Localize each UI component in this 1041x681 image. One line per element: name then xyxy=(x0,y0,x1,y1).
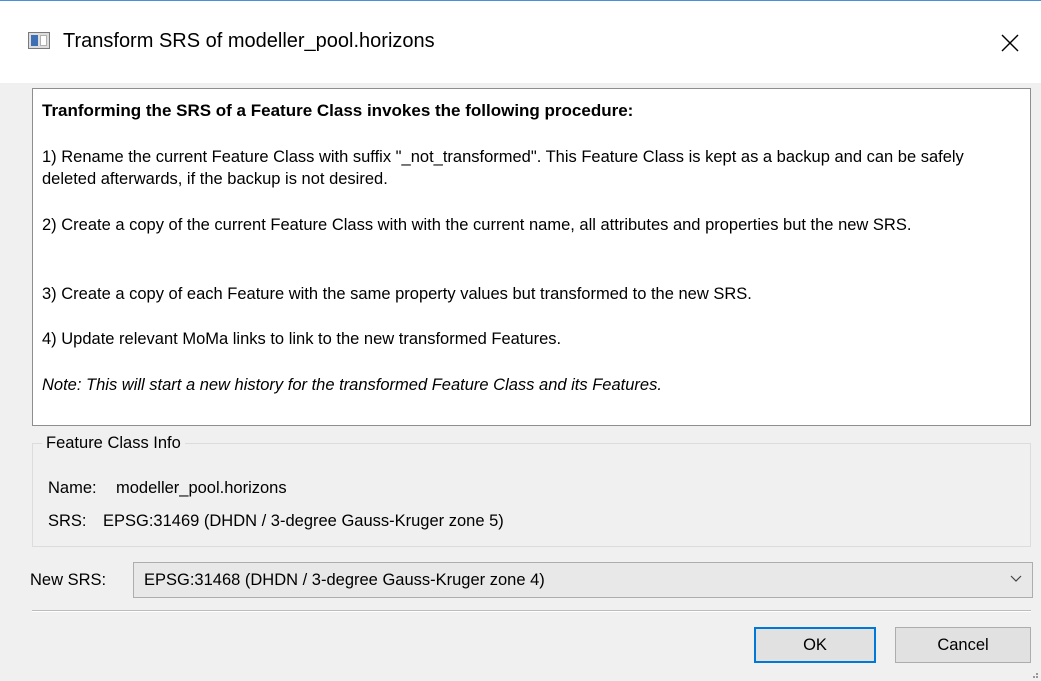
window-icon-pane-left xyxy=(31,35,38,46)
new-srs-label: New SRS: xyxy=(30,571,107,589)
procedure-description: Tranforming the SRS of a Feature Class i… xyxy=(32,88,1031,426)
procedure-step-1: 1) Rename the current Feature Class with… xyxy=(42,148,964,188)
new-srs-dropdown[interactable]: EPSG:31468 (DHDN / 3-degree Gauss-Kruger… xyxy=(133,562,1033,598)
name-value: modeller_pool.horizons xyxy=(116,479,287,497)
separator xyxy=(32,610,1031,612)
ok-button[interactable]: OK xyxy=(754,627,876,663)
procedure-heading: Tranforming the SRS of a Feature Class i… xyxy=(42,101,634,120)
srs-value: EPSG:31469 (DHDN / 3-degree Gauss-Kruger… xyxy=(103,512,504,530)
title-bar: Transform SRS of modeller_pool.horizons xyxy=(0,0,1041,83)
window-icon-pane-right xyxy=(40,35,47,46)
new-srs-selected-value: EPSG:31468 (DHDN / 3-degree Gauss-Kruger… xyxy=(144,571,545,589)
close-icon xyxy=(1001,34,1019,52)
feature-class-info-title: Feature Class Info xyxy=(42,432,185,454)
procedure-step-3: 3) Create a copy of each Feature with th… xyxy=(42,285,752,303)
procedure-step-4: 4) Update relevant MoMa links to link to… xyxy=(42,330,562,348)
name-label: Name: xyxy=(48,479,97,497)
cancel-button[interactable]: Cancel xyxy=(895,627,1031,663)
window-title: Transform SRS of modeller_pool.horizons xyxy=(63,30,435,52)
srs-label: SRS: xyxy=(48,512,87,530)
resize-grip-icon[interactable] xyxy=(1030,670,1039,679)
procedure-step-2: 2) Create a copy of the current Feature … xyxy=(42,216,912,234)
window-icon xyxy=(28,32,50,49)
close-button[interactable] xyxy=(990,23,1030,63)
chevron-down-icon xyxy=(1010,575,1022,582)
procedure-note: Note: This will start a new history for … xyxy=(42,376,662,394)
